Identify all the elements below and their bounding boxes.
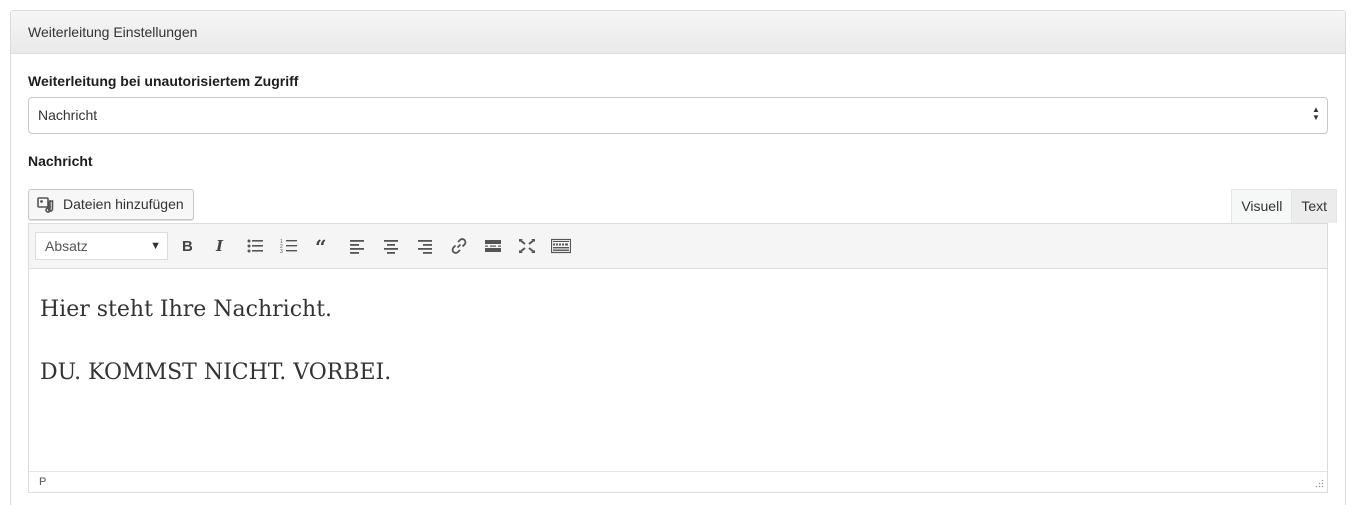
select-arrows-icon: ▲ ▼	[1312, 105, 1320, 122]
svg-text:“: “	[315, 238, 327, 254]
panel-title: Weiterleitung Einstellungen	[11, 11, 1345, 54]
align-left-button[interactable]	[342, 232, 372, 260]
element-path[interactable]: P	[39, 476, 46, 488]
editor-toolbar: Absatz ▼ B I 1 2 3 “	[29, 224, 1327, 269]
add-media-button[interactable]: Dateien hinzufügen	[28, 189, 194, 220]
redirect-select-value: Nachricht	[38, 107, 98, 123]
align-center-button[interactable]	[376, 232, 406, 260]
redirect-label: Weiterleitung bei unautorisiertem Zugrif…	[28, 73, 299, 89]
numbered-list-button[interactable]: 1 2 3	[274, 232, 304, 260]
read-more-icon	[485, 240, 501, 252]
align-right-icon	[418, 240, 432, 254]
editor-statusbar: P	[29, 471, 1327, 492]
message-label: Nachricht	[28, 153, 93, 169]
read-more-button[interactable]	[478, 232, 508, 260]
bullet-list-button[interactable]	[240, 232, 270, 260]
link-button[interactable]	[444, 232, 474, 260]
format-select-value: Absatz	[45, 238, 88, 254]
redirect-settings-panel: Weiterleitung Einstellungen Weiterleitun…	[10, 10, 1346, 505]
chevron-down-icon: ▼	[150, 240, 161, 252]
align-right-button[interactable]	[410, 232, 440, 260]
rich-text-editor: Absatz ▼ B I 1 2 3 “ Hier steht Ihre Nac…	[28, 223, 1328, 493]
svg-text:I: I	[215, 238, 224, 254]
add-media-label: Dateien hinzufügen	[63, 196, 184, 212]
fullscreen-button[interactable]	[512, 232, 542, 260]
italic-icon: I	[215, 238, 224, 254]
align-center-icon	[384, 240, 398, 254]
add-media-icon	[37, 196, 57, 214]
align-left-icon	[350, 240, 364, 254]
fullscreen-icon	[519, 239, 535, 253]
link-icon	[451, 238, 467, 254]
svg-text:B: B	[182, 238, 193, 254]
bold-button[interactable]: B	[172, 232, 202, 260]
toolbar-toggle-icon	[551, 238, 571, 254]
bold-icon: B	[182, 238, 193, 254]
italic-button[interactable]: I	[206, 232, 236, 260]
resize-handle-icon[interactable]	[1314, 479, 1324, 489]
blockquote-icon: “	[315, 238, 327, 254]
tab-visual[interactable]: Visuell	[1231, 189, 1293, 223]
blockquote-button[interactable]: “	[308, 232, 338, 260]
numbered-list-icon: 1 2 3	[280, 239, 297, 254]
editor-tabs: Visuell Text	[1231, 189, 1337, 223]
format-select[interactable]: Absatz ▼	[35, 232, 168, 260]
svg-text:3: 3	[280, 249, 283, 254]
tab-text[interactable]: Text	[1292, 189, 1337, 223]
bullet-list-icon	[247, 239, 263, 253]
content-paragraph-2: DU. KOMMST NICHT. VORBEI.	[40, 360, 392, 385]
editor-content[interactable]: Hier steht Ihre Nachricht. DU. KOMMST NI…	[29, 269, 1327, 471]
toolbar-toggle-button[interactable]	[546, 232, 576, 260]
redirect-select[interactable]: Nachricht ▲ ▼	[28, 97, 1328, 134]
content-paragraph-1: Hier steht Ihre Nachricht.	[40, 297, 333, 322]
